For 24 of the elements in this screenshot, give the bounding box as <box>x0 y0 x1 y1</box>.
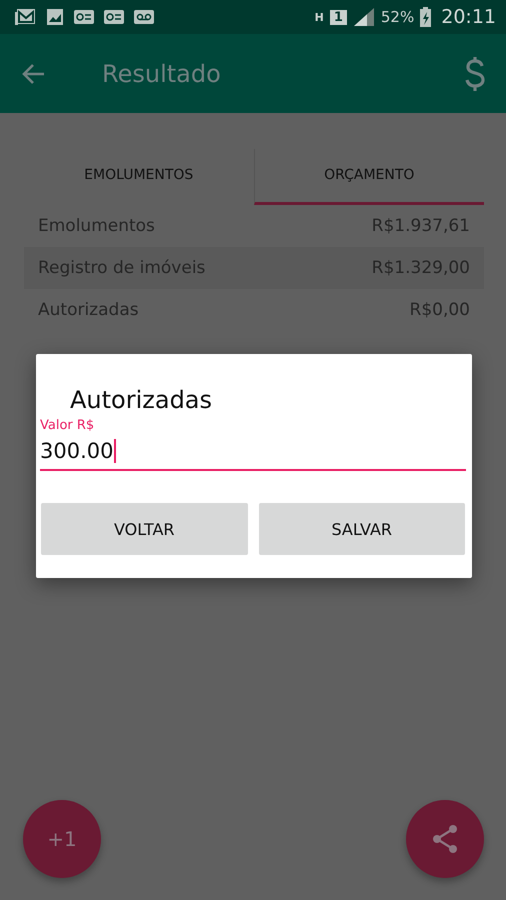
back-arrow-icon[interactable] <box>22 62 46 84</box>
network-type: H <box>314 10 324 24</box>
card-icon <box>74 10 94 24</box>
row-value: R$1.937,61 <box>372 216 470 236</box>
battery-level: 52% <box>380 8 414 26</box>
signal-icon <box>352 7 375 27</box>
dialog-title: Autorizadas <box>70 386 214 414</box>
voicemail-icon <box>134 10 154 24</box>
dollar-icon[interactable] <box>464 56 486 92</box>
battery-charging-icon <box>420 7 432 27</box>
screen-title: Resultado <box>102 60 222 88</box>
card-icon <box>104 10 124 24</box>
field-label: Valor R$ <box>40 418 96 433</box>
row-label: Emolumentos <box>38 216 155 236</box>
dialog-button[interactable]: VOLTAR <box>41 503 248 555</box>
clock: 20:11 <box>441 6 496 28</box>
mail-icon <box>14 8 36 26</box>
row-value: R$0,00 <box>410 300 470 320</box>
sim-indicator: 1 <box>330 10 347 24</box>
input-field[interactable]: 300.00 <box>40 433 466 471</box>
row-label: Autorizadas <box>38 300 139 320</box>
image-icon <box>46 8 64 26</box>
share-icon <box>431 824 459 854</box>
dialog-button[interactable]: SALVAR <box>258 503 465 555</box>
